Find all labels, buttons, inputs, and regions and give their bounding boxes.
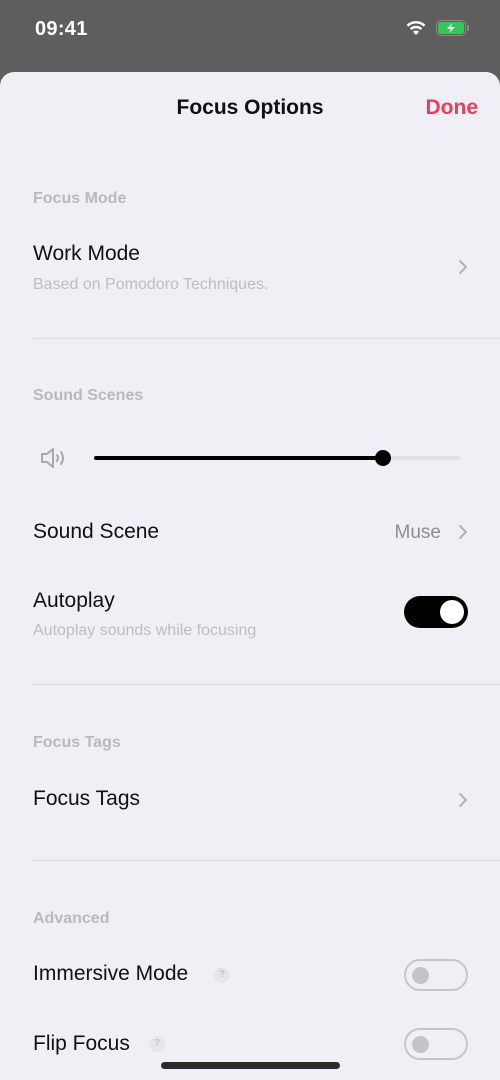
work-mode-row[interactable]: Work Mode Based on Pomodoro Techniques. [0,232,500,308]
done-button[interactable]: Done [426,96,479,120]
autoplay-toggle[interactable] [404,596,468,628]
flip-focus-toggle[interactable] [404,1028,468,1060]
help-icon[interactable]: ? [214,967,230,983]
volume-slider[interactable] [94,448,460,468]
slider-thumb[interactable] [375,450,392,466]
immersive-mode-title: Immersive Mode [33,962,189,985]
wifi-icon [406,20,426,35]
focus-tags-title: Focus Tags [33,787,140,810]
help-icon[interactable]: ? [149,1036,165,1052]
focus-options-sheet: Focus Options Done Focus Mode Work Mode … [0,72,500,1080]
chevron-right-icon [459,793,467,807]
section-header-advanced: Advanced [33,910,110,927]
sound-scene-row[interactable]: Sound Scene Muse [0,502,500,562]
status-time: 09:41 [35,18,88,40]
divider [33,684,500,685]
chevron-right-icon [459,525,467,539]
flip-focus-title: Flip Focus [33,1032,130,1055]
immersive-mode-toggle[interactable] [404,959,468,991]
work-mode-subtitle: Based on Pomodoro Techniques. [33,276,269,293]
focus-tags-row[interactable]: Focus Tags [0,772,500,828]
section-header-sound-scenes: Sound Scenes [33,387,144,404]
section-header-focus-mode: Focus Mode [33,190,127,207]
toggle-knob [440,600,464,624]
section-header-focus-tags: Focus Tags [33,734,121,751]
chevron-right-icon [459,260,467,274]
divider [33,860,500,861]
sound-scene-title: Sound Scene [33,520,160,543]
autoplay-subtitle: Autoplay sounds while focusing [33,622,257,639]
divider [33,338,500,339]
status-bar: 09:41 [0,0,500,60]
home-indicator[interactable] [161,1062,340,1069]
status-icons [406,20,470,36]
battery-charging-icon [436,20,469,36]
toggle-knob [412,1036,429,1053]
toggle-knob [412,967,429,984]
work-mode-title: Work Mode [33,242,140,265]
speaker-volume-icon [41,448,64,468]
sound-scene-value: Muse [394,522,441,543]
slider-fill [94,456,384,460]
autoplay-title: Autoplay [33,589,115,612]
